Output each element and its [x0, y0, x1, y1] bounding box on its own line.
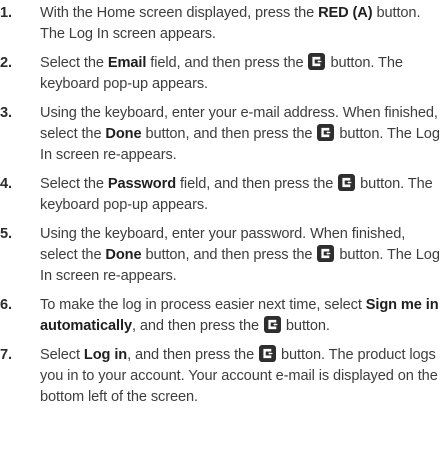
- ui-term: Log in: [83, 347, 128, 363]
- step-text-segment: , and then press the: [127, 347, 259, 363]
- step-text-segment: To make the log in process easier next t…: [40, 297, 366, 313]
- step-number: 4.: [0, 176, 12, 192]
- step-text: Select the Email field, and then press t…: [40, 53, 443, 95]
- instruction-step: 7. Select Log in, and then press the butt…: [0, 345, 443, 408]
- instruction-steps-list: 1. With the Home screen displayed, press …: [0, 3, 443, 408]
- step-text: Using the keyboard, enter your password.…: [40, 224, 443, 287]
- step-text: With the Home screen displayed, press th…: [40, 3, 443, 45]
- step-text-segment: button.: [281, 318, 330, 334]
- enter-button-icon: [259, 345, 277, 362]
- step-text: To make the log in process easier next t…: [40, 295, 443, 337]
- instruction-step: 1. With the Home screen displayed, press …: [0, 3, 443, 45]
- ui-term: Email: [107, 55, 147, 71]
- ui-term: Done: [105, 126, 142, 142]
- step-text-segment: Select: [40, 347, 84, 363]
- step-number: 6.: [0, 297, 12, 313]
- step-number: 3.: [0, 105, 12, 121]
- login-instructions-page: 1. With the Home screen displayed, press …: [0, 0, 447, 452]
- instruction-step: 5. Using the keyboard, enter your passwor…: [0, 224, 443, 287]
- step-number: 1.: [0, 5, 12, 21]
- instruction-step: 4. Select the Password field, and then pr…: [0, 174, 443, 216]
- instruction-step: 6. To make the log in process easier next…: [0, 295, 443, 337]
- step-text-segment: button, and then press the: [141, 126, 317, 142]
- ui-term: RED (A): [318, 5, 373, 21]
- step-text-segment: field, and then press the: [146, 55, 308, 71]
- step-text-segment: With the Home screen displayed, press th…: [40, 5, 319, 21]
- ui-term: Done: [105, 247, 142, 263]
- enter-button-icon: [338, 174, 356, 191]
- step-text: Select the Password field, and then pres…: [40, 174, 443, 216]
- instruction-step: 2. Select the Email field, and then press…: [0, 53, 443, 95]
- enter-button-icon: [308, 53, 326, 70]
- enter-button-icon: [317, 124, 335, 141]
- step-text-segment: , and then press the: [131, 318, 263, 334]
- step-text-segment: field, and then press the: [176, 176, 338, 192]
- enter-button-icon: [263, 316, 281, 333]
- instruction-step: 3. Using the keyboard, enter your e-mail …: [0, 103, 443, 166]
- step-text-segment: button, and then press the: [141, 247, 317, 263]
- step-text-segment: Select the: [40, 55, 108, 71]
- step-number: 5.: [0, 226, 12, 242]
- step-text-segment: Select the: [40, 176, 108, 192]
- step-number: 2.: [0, 55, 12, 71]
- step-text: Select Log in, and then press the button…: [40, 345, 443, 408]
- step-text: Using the keyboard, enter your e-mail ad…: [40, 103, 443, 166]
- enter-button-icon: [317, 245, 335, 262]
- step-number: 7.: [0, 347, 12, 363]
- ui-term: Password: [107, 176, 177, 192]
